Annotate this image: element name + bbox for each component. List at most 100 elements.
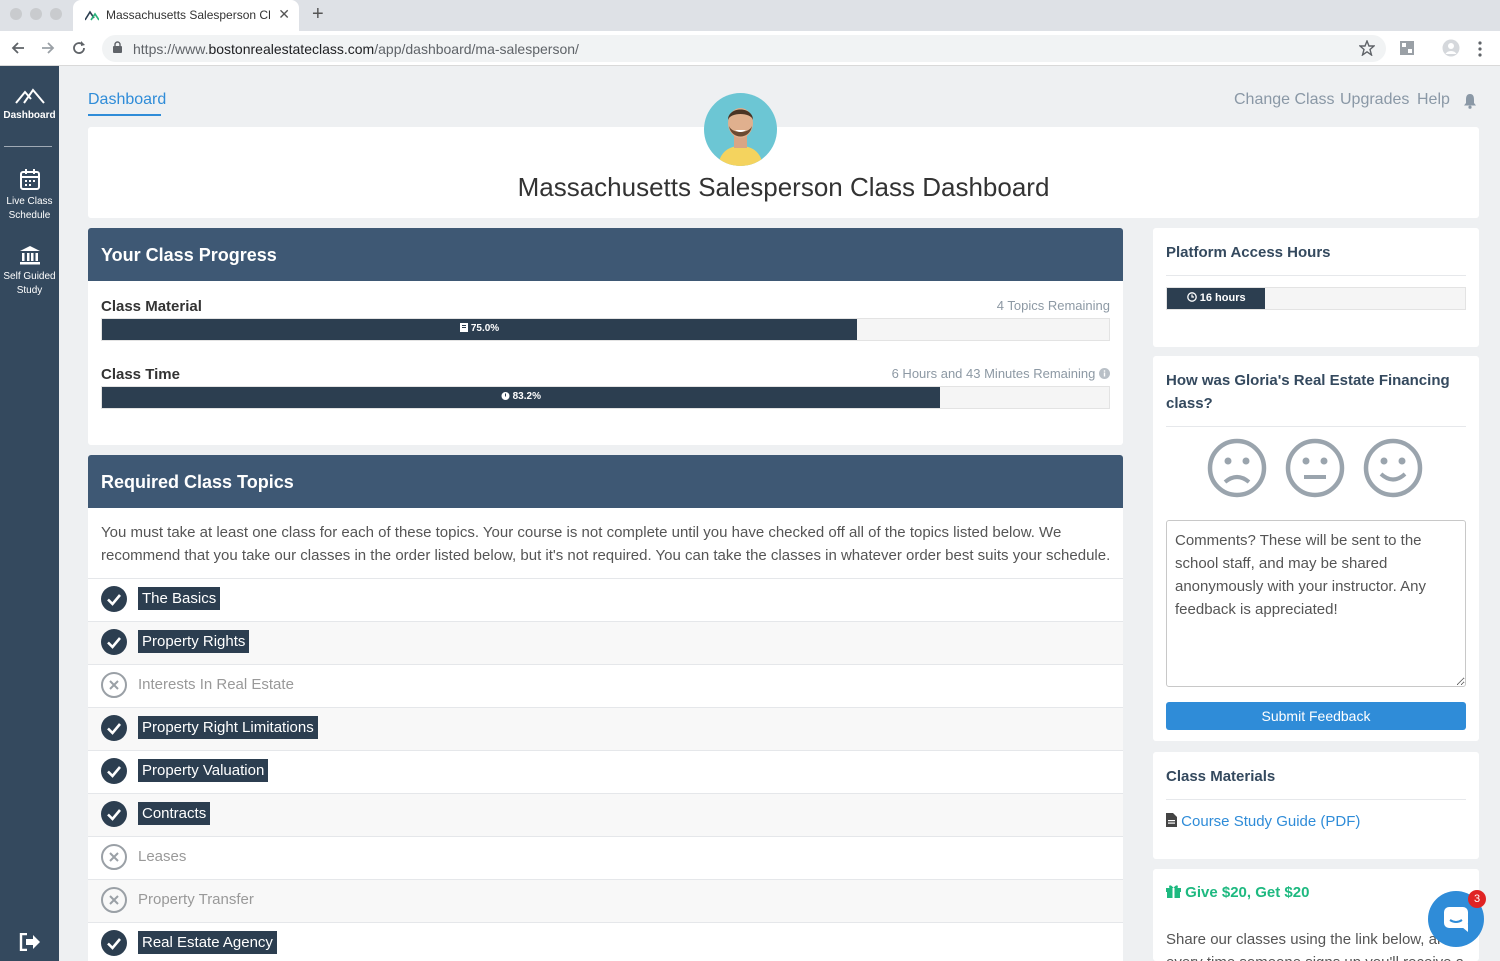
gift-icon	[1166, 885, 1181, 898]
access-hours-bar: 16 hours	[1166, 287, 1466, 310]
topic-row[interactable]: Contracts	[88, 793, 1123, 836]
time-remaining: 6 Hours and 43 Minutes Remaining	[892, 366, 1110, 381]
avatar	[704, 93, 777, 166]
happy-face-icon[interactable]	[1363, 438, 1423, 498]
breadcrumb-dashboard[interactable]: Dashboard	[88, 91, 166, 109]
upgrades-link[interactable]: Upgrades	[1340, 91, 1409, 109]
check-circle-icon	[101, 758, 127, 784]
check-circle-icon	[101, 715, 127, 741]
sign-out-icon[interactable]	[19, 933, 41, 951]
browser-menu-icon[interactable]	[1476, 41, 1484, 57]
class-material-percent: 75.0%	[102, 323, 857, 334]
window-zoom-dot[interactable]	[50, 8, 62, 20]
institution-icon	[19, 246, 40, 265]
mountain-favicon-icon	[85, 10, 99, 21]
topic-row[interactable]: Property Rights	[88, 621, 1123, 664]
back-arrow-icon[interactable]	[10, 40, 26, 56]
check-circle-icon	[101, 801, 127, 827]
required-topics-card: Required Class Topics You must take at l…	[88, 455, 1123, 961]
topic-label: Interests In Real Estate	[138, 676, 294, 693]
referral-title: Give $20, Get $20	[1166, 884, 1309, 901]
profile-avatar-icon[interactable]	[1442, 39, 1460, 57]
check-circle-icon	[101, 629, 127, 655]
topics-intro: You must take at least one class for eac…	[101, 524, 1111, 564]
sidebar-item-label: Self Guided Study	[3, 271, 56, 296]
new-tab-button[interactable]: +	[312, 3, 324, 26]
sidebar-divider	[4, 146, 52, 147]
bell-icon[interactable]	[1463, 93, 1477, 109]
topic-row[interactable]: Leases	[88, 836, 1123, 879]
class-time-label: Class Time	[101, 366, 180, 383]
forward-arrow-icon[interactable]	[40, 40, 56, 56]
sad-face-icon[interactable]	[1207, 438, 1267, 498]
lock-icon	[113, 41, 122, 53]
topic-label: Contracts	[138, 802, 211, 825]
neutral-face-icon[interactable]	[1285, 438, 1345, 498]
divider	[1166, 799, 1466, 800]
browser-tab[interactable]: Massachusetts Salesperson Class Dashboar…	[73, 0, 299, 31]
class-material-progress-bar: 75.0%	[101, 318, 1110, 341]
url-text: https://www.bostonrealestateclass.com/ap…	[133, 41, 579, 57]
info-icon[interactable]	[1099, 368, 1110, 379]
feedback-comments-textarea[interactable]	[1166, 520, 1466, 687]
sidebar: Dashboard Live Class Schedule Self Guide…	[0, 66, 59, 961]
browser-toolbar: https://www.bostonrealestateclass.com/ap…	[0, 31, 1500, 66]
extension-icon[interactable]	[1399, 40, 1415, 56]
class-progress-title: Your Class Progress	[88, 228, 1123, 281]
topic-label: Property Right Limitations	[138, 716, 318, 739]
topic-row[interactable]: Interests In Real Estate	[88, 664, 1123, 707]
topic-row[interactable]: Property Valuation	[88, 750, 1123, 793]
bookmark-star-icon[interactable]	[1359, 40, 1375, 56]
sidebar-item-self-guided-study[interactable]: Self Guided Study	[0, 245, 59, 298]
feedback-card: How was Gloria's Real Estate Financing c…	[1153, 356, 1479, 741]
class-material-label: Class Material	[101, 298, 202, 315]
access-hours-fill: 16 hours	[1167, 288, 1266, 309]
submit-feedback-button[interactable]: Submit Feedback	[1166, 702, 1466, 730]
help-link[interactable]: Help	[1417, 91, 1450, 109]
tab-close-icon[interactable]: ✕	[278, 6, 290, 23]
class-time-progress-fill: 83.2%	[102, 387, 940, 408]
class-material-progress-fill: 75.0%	[102, 319, 858, 340]
breadcrumb-underline	[88, 114, 161, 116]
sidebar-item-dashboard[interactable]: Dashboard	[0, 88, 59, 123]
check-circle-icon	[101, 586, 127, 612]
main-content: Dashboard Change Class Upgrades Help Mas…	[59, 66, 1500, 961]
topic-row[interactable]: Property Right Limitations	[88, 707, 1123, 750]
file-pdf-icon	[1166, 813, 1177, 827]
x-circle-icon	[101, 844, 127, 870]
check-circle-icon	[101, 930, 127, 956]
topic-row[interactable]: Property Transfer	[88, 879, 1123, 922]
clock-icon	[1186, 292, 1197, 302]
topic-label: Property Valuation	[138, 759, 269, 782]
change-class-link[interactable]: Change Class	[1234, 91, 1335, 109]
class-time-progress-bar: 83.2%	[101, 386, 1110, 409]
topic-row[interactable]: Real Estate Agency	[88, 922, 1123, 961]
sidebar-item-label: Live Class Schedule	[6, 196, 53, 221]
topic-label: Leases	[138, 848, 187, 865]
browser-tab-bar: Massachusetts Salesperson Class Dashboar…	[0, 0, 1500, 31]
topics-remaining: 4 Topics Remaining	[996, 298, 1110, 313]
chat-unread-badge: 3	[1468, 890, 1486, 908]
topic-label: Property Transfer	[138, 891, 254, 908]
feedback-title: How was Gloria's Real Estate Financing c…	[1166, 372, 1450, 412]
sidebar-item-label: Dashboard	[3, 110, 56, 121]
study-guide-link[interactable]: Course Study Guide (PDF)	[1166, 813, 1360, 830]
stopwatch-icon	[501, 392, 510, 400]
window-close-dot[interactable]	[10, 8, 22, 20]
x-circle-icon	[101, 672, 127, 698]
class-materials-title: Class Materials	[1166, 768, 1276, 785]
topic-row[interactable]: The Basics	[88, 578, 1123, 621]
calendar-icon	[19, 169, 40, 190]
book-icon	[460, 323, 469, 332]
class-materials-card: Class Materials Course Study Guide (PDF)	[1153, 752, 1479, 859]
sidebar-item-live-class-schedule[interactable]: Live Class Schedule	[0, 168, 59, 223]
address-bar[interactable]: https://www.bostonrealestateclass.com/ap…	[102, 35, 1386, 62]
reload-icon[interactable]	[71, 40, 87, 56]
topic-label: Real Estate Agency	[138, 931, 277, 954]
class-progress-card: Your Class Progress Class Material 4 Top…	[88, 228, 1123, 445]
window-minimize-dot[interactable]	[30, 8, 42, 20]
platform-access-title: Platform Access Hours	[1166, 244, 1331, 261]
platform-access-card: Platform Access Hours 16 hours	[1153, 228, 1479, 347]
dashboard-header: Massachusetts Salesperson Class Dashboar…	[88, 127, 1479, 218]
page-title: Massachusetts Salesperson Class Dashboar…	[517, 172, 1050, 202]
